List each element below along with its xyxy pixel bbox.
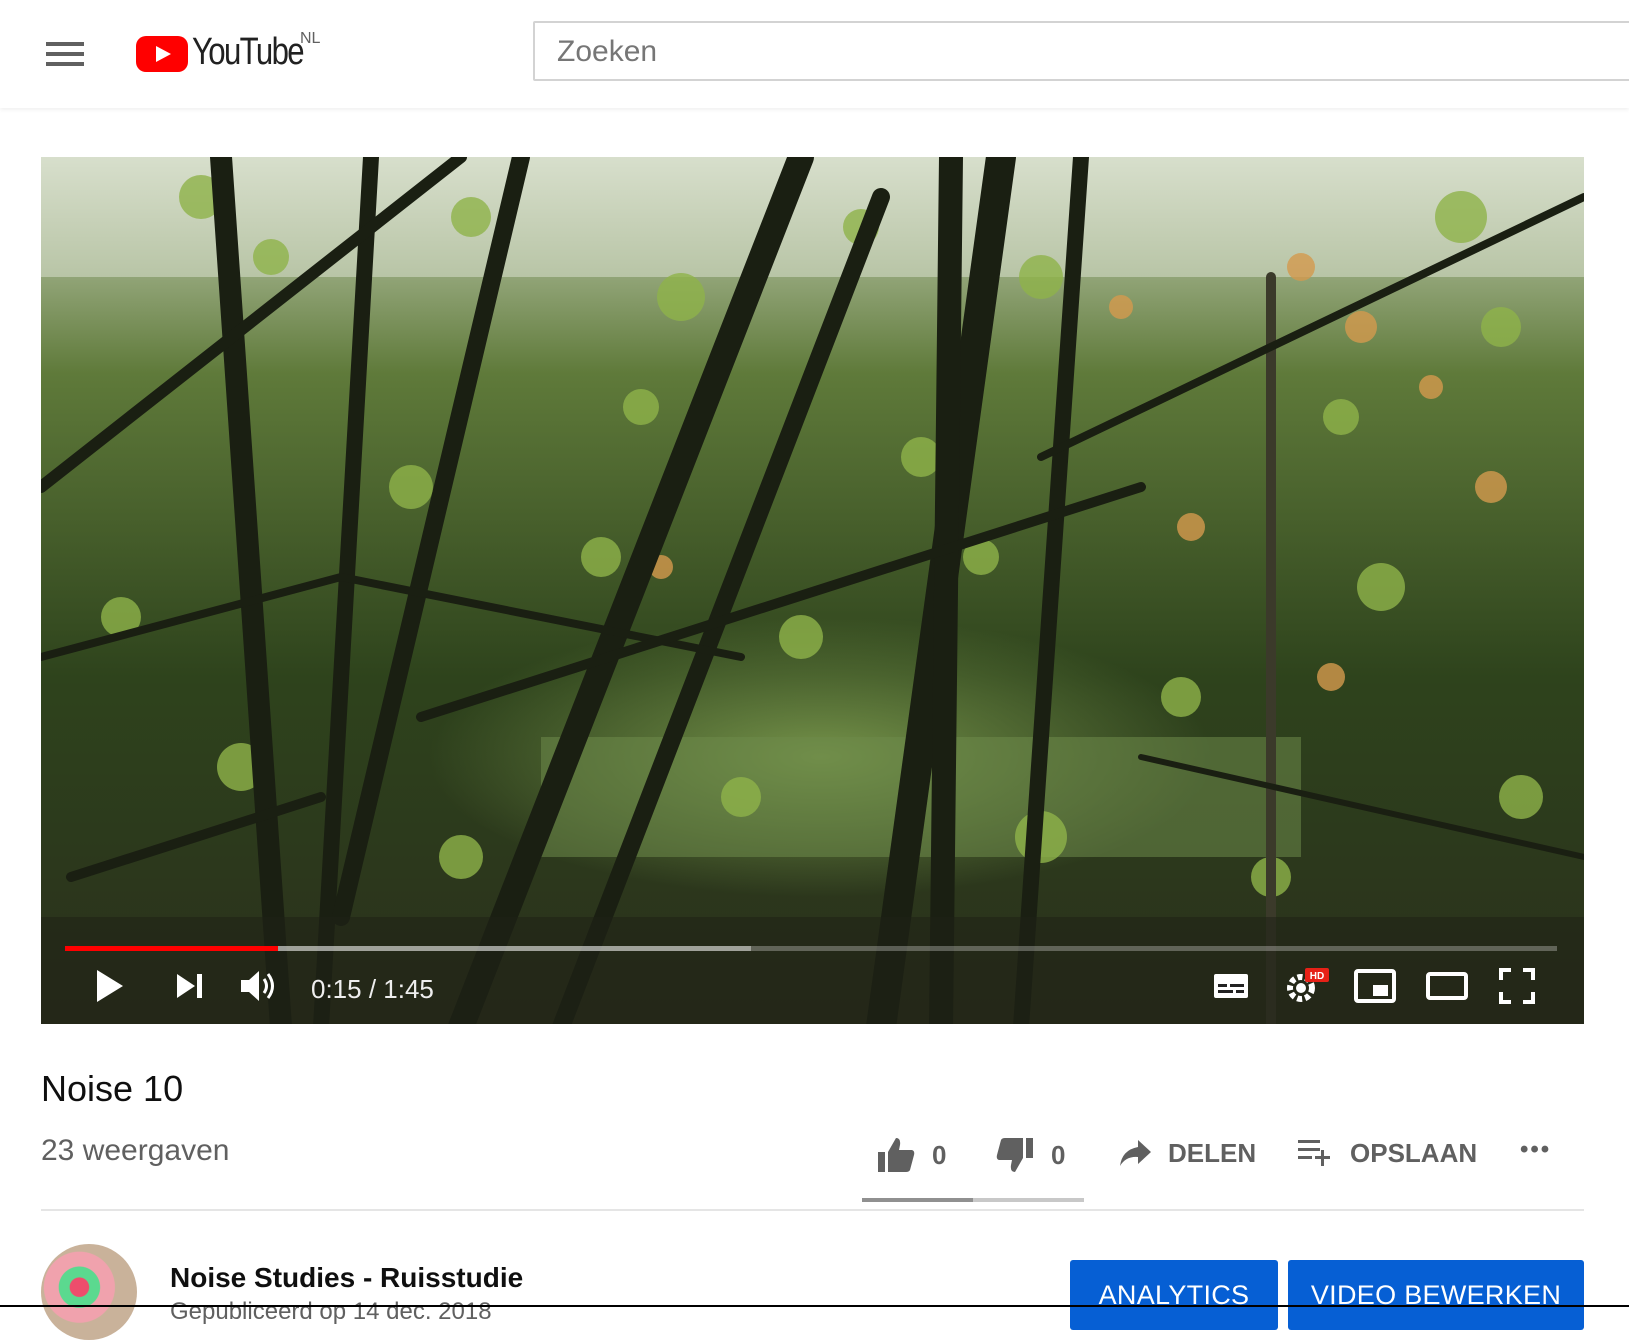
search-box[interactable] [533, 21, 1629, 81]
youtube-play-logo-icon [136, 36, 188, 72]
share-label: DELEN [1168, 1137, 1257, 1168]
country-code: NL [300, 30, 321, 47]
video-frame [41, 157, 1584, 1024]
thumbs-up-icon [878, 1138, 915, 1172]
next-video-icon[interactable] [173, 966, 207, 1011]
video-title: Noise 10 [41, 1068, 184, 1109]
sentiment-like-portion [862, 1198, 973, 1202]
save-button[interactable]: OPSLAAN [1296, 1136, 1477, 1170]
more-actions-icon[interactable]: ••• [1520, 1136, 1551, 1164]
share-button[interactable]: DELEN [1118, 1136, 1256, 1170]
volume-icon[interactable] [237, 966, 279, 1011]
like-button[interactable]: 0 [876, 1136, 946, 1174]
logo-wordmark: YouTube [192, 31, 305, 73]
hd-badge: HD [1310, 971, 1324, 982]
publish-date: Gepubliceerd op 14 dec. 2018 [170, 1298, 492, 1325]
dislike-count: 0 [1051, 1139, 1066, 1170]
divider [41, 1209, 1584, 1211]
player-controls: 0:15 / 1:45 HD [41, 952, 1584, 1024]
view-count: 23 weergaven [41, 1134, 230, 1167]
thumbs-down-icon [996, 1138, 1033, 1172]
channel-avatar[interactable] [41, 1244, 137, 1340]
edit-video-button[interactable]: VIDEO BEWERKEN [1288, 1260, 1584, 1330]
add-to-playlist-icon [1298, 1140, 1330, 1166]
miniplayer-icon[interactable] [1353, 966, 1397, 1011]
save-label: OPSLAAN [1350, 1137, 1478, 1168]
subtitles-icon[interactable] [1211, 966, 1251, 1011]
sentiment-bar [862, 1198, 1084, 1202]
dislike-button[interactable]: 0 [995, 1136, 1065, 1174]
played-bar [65, 946, 279, 951]
settings-gear-icon[interactable]: HD [1283, 966, 1329, 1011]
hamburger-menu-icon[interactable] [40, 34, 90, 74]
like-count: 0 [932, 1139, 947, 1170]
time-display: 0:15 / 1:45 [311, 974, 434, 1004]
fullscreen-icon[interactable] [1497, 966, 1537, 1011]
share-arrow-icon [1120, 1140, 1151, 1166]
masthead: YouTube NL [0, 0, 1629, 108]
search-input[interactable] [535, 23, 1619, 81]
channel-name[interactable]: Noise Studies - Ruisstudie [170, 1262, 523, 1294]
play-icon[interactable] [93, 966, 127, 1011]
analytics-button[interactable]: ANALYTICS [1070, 1260, 1278, 1330]
youtube-logo[interactable]: YouTube NL [136, 26, 327, 82]
video-player[interactable]: 0:15 / 1:45 HD [41, 157, 1584, 1024]
theater-mode-icon[interactable] [1425, 966, 1469, 1011]
progress-bar[interactable] [65, 946, 1557, 951]
